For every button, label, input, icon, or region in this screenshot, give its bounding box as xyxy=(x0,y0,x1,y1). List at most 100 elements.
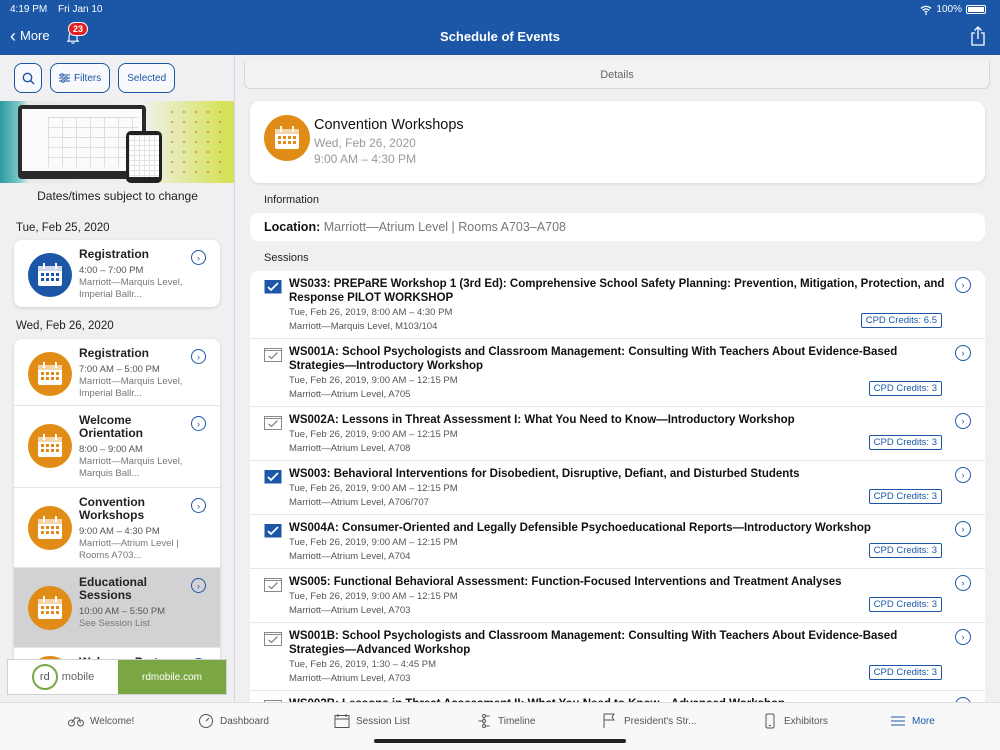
event-item[interactable]: Registration 7:00 AM – 5:00 PM Marriott—… xyxy=(14,339,220,406)
menu-icon xyxy=(890,713,906,729)
filters-button[interactable]: Filters xyxy=(50,63,111,93)
tab-details[interactable]: Details xyxy=(244,61,990,89)
chevron-right-icon[interactable]: › xyxy=(955,277,971,293)
navigation-bar: 4:19 PM Fri Jan 10 100% ‹ More 23 Schedu… xyxy=(0,0,1000,55)
chevron-right-icon[interactable]: › xyxy=(955,629,971,645)
timeline-icon xyxy=(476,713,492,729)
search-icon xyxy=(22,72,35,85)
tab-label: Welcome! xyxy=(90,715,135,727)
sponsor-logo-suffix: mobile xyxy=(61,671,95,683)
cpd-credits-badge: CPD Credits: 3 xyxy=(868,543,942,558)
chevron-right-icon[interactable]: › xyxy=(191,416,206,431)
event-location: Marriott—Marquis Level, Imperial Ballr..… xyxy=(79,277,183,300)
sponsor-url: rdmobile.com xyxy=(118,660,226,694)
sponsor-banner[interactable]: rd mobile rdmobile.com xyxy=(7,659,227,695)
selected-button[interactable]: Selected xyxy=(118,63,176,93)
event-header-card: Convention Workshops Wed, Feb 26, 2020 9… xyxy=(250,101,985,183)
checked-calendar-icon[interactable] xyxy=(264,278,282,294)
chevron-right-icon[interactable]: › xyxy=(955,345,971,361)
tab-president-s-str[interactable]: President's Str... xyxy=(602,713,697,729)
session-row[interactable]: WS033: PREPaRE Workshop 1 (3rd Ed): Comp… xyxy=(250,271,985,339)
checked-calendar-icon[interactable] xyxy=(264,468,282,484)
tab-session-list[interactable]: Session List xyxy=(334,713,410,729)
session-location: Marriott—Atrium Level, A705 xyxy=(289,389,411,400)
session-location: Marriott—Atrium Level, A704 xyxy=(289,551,411,562)
session-title: WS005: Functional Behavioral Assessment:… xyxy=(289,576,842,588)
cpd-credits-badge: CPD Credits: 6.5 xyxy=(860,313,942,328)
session-row[interactable]: WS003: Behavioral Interventions for Diso… xyxy=(250,461,985,515)
cpd-credits-badge: CPD Credits: 3 xyxy=(868,597,942,612)
battery-percent: 100% xyxy=(936,4,962,15)
calendar-icon xyxy=(28,586,72,630)
wifi-icon xyxy=(920,5,932,15)
chevron-right-icon[interactable]: › xyxy=(955,521,971,537)
location-label: Location: xyxy=(264,220,321,234)
calendar-icon xyxy=(334,713,350,729)
calendar-check-icon[interactable] xyxy=(264,576,282,592)
calendar-icon xyxy=(264,115,310,161)
session-time: Tue, Feb 26, 2019, 9:00 AM – 12:15 PM xyxy=(289,375,458,386)
chevron-right-icon[interactable]: › xyxy=(191,250,206,265)
promo-banner[interactable] xyxy=(0,101,234,183)
event-title: Convention Workshops xyxy=(314,117,464,133)
session-location: Marriott—Atrium Level, A703 xyxy=(289,673,411,684)
session-location: Marriott—Marquis Level, M103/104 xyxy=(289,321,438,332)
calendar-icon xyxy=(28,352,72,396)
tab-label: Exhibitors xyxy=(784,715,828,727)
status-time: 4:19 PM xyxy=(10,4,48,15)
search-button[interactable] xyxy=(14,63,42,93)
cpd-credits-badge: CPD Credits: 3 xyxy=(868,435,942,450)
tab-label: Timeline xyxy=(498,715,536,727)
sessions-list: WS033: PREPaRE Workshop 1 (3rd Ed): Comp… xyxy=(250,271,985,702)
event-date: Wed, Feb 26, 2020 xyxy=(314,136,416,150)
chevron-right-icon[interactable]: › xyxy=(191,498,206,513)
calendar-check-icon[interactable] xyxy=(264,346,282,362)
share-icon[interactable] xyxy=(970,26,986,46)
event-item[interactable]: Educational Sessions 10:00 AM – 5:50 PM … xyxy=(14,568,220,648)
event-location: Marriott—Marquis Level, Imperial Ballr..… xyxy=(79,376,183,399)
checked-calendar-icon[interactable] xyxy=(264,522,282,538)
phone-icon xyxy=(762,713,778,729)
tab-label: President's Str... xyxy=(624,715,697,727)
tab-timeline[interactable]: Timeline xyxy=(476,713,535,729)
session-location: Marriott—Atrium Level, A706/707 xyxy=(289,497,429,508)
session-row[interactable]: WS005: Functional Behavioral Assessment:… xyxy=(250,569,985,623)
calendar-check-icon[interactable] xyxy=(264,414,282,430)
day-card: Registration 4:00 – 7:00 PM Marriott—Mar… xyxy=(14,240,220,307)
day-header: Tue, Feb 25, 2020 xyxy=(16,222,110,234)
chevron-right-icon[interactable]: › xyxy=(191,349,206,364)
status-bar: 4:19 PM Fri Jan 10 xyxy=(10,4,111,15)
status-date: Fri Jan 10 xyxy=(58,4,103,15)
chevron-right-icon[interactable]: › xyxy=(955,575,971,591)
session-row[interactable]: WS002A: Lessons in Threat Assessment I: … xyxy=(250,407,985,461)
cpd-credits-badge: CPD Credits: 3 xyxy=(868,381,942,396)
event-time: 4:00 – 7:00 PM xyxy=(79,265,144,276)
chevron-right-icon[interactable]: › xyxy=(955,413,971,429)
calendar-check-icon[interactable] xyxy=(264,630,282,646)
bike-icon xyxy=(68,713,84,729)
session-title: WS001B: School Psychologists and Classro… xyxy=(289,630,898,656)
day-header: Wed, Feb 26, 2020 xyxy=(16,320,114,332)
tab-more[interactable]: More xyxy=(890,713,935,729)
chevron-right-icon[interactable]: › xyxy=(955,467,971,483)
tab-dashboard[interactable]: Dashboard xyxy=(198,713,269,729)
sessions-heading: Sessions xyxy=(264,252,309,264)
event-item[interactable]: Welcome Party › xyxy=(14,648,220,659)
location-value: Marriott—Atrium Level | Rooms A703–A708 xyxy=(323,220,566,234)
session-row[interactable]: WS001A: School Psychologists and Classro… xyxy=(250,339,985,407)
event-item[interactable]: Welcome Orientation 8:00 – 9:00 AM Marri… xyxy=(14,406,220,488)
session-row[interactable]: WS002B: Lessons in Threat Assessment II:… xyxy=(250,691,985,702)
tab-label: Dashboard xyxy=(220,715,269,727)
rd-logo: rd xyxy=(31,664,58,690)
tab-welcome[interactable]: Welcome! xyxy=(68,713,134,729)
event-item[interactable]: Convention Workshops 9:00 AM – 4:30 PM M… xyxy=(14,488,220,568)
chevron-right-icon[interactable]: › xyxy=(191,578,206,593)
tab-exhibitors[interactable]: Exhibitors xyxy=(762,713,828,729)
session-row[interactable]: WS004A: Consumer-Oriented and Legally De… xyxy=(250,515,985,569)
tab-label: Session List xyxy=(356,715,410,727)
session-row[interactable]: WS001B: School Psychologists and Classro… xyxy=(250,623,985,691)
event-item[interactable]: Registration 4:00 – 7:00 PM Marriott—Mar… xyxy=(14,240,220,307)
event-title: Convention Workshops xyxy=(79,495,145,522)
calendar-icon xyxy=(28,424,72,468)
session-location: Marriott—Atrium Level, A708 xyxy=(289,443,411,454)
